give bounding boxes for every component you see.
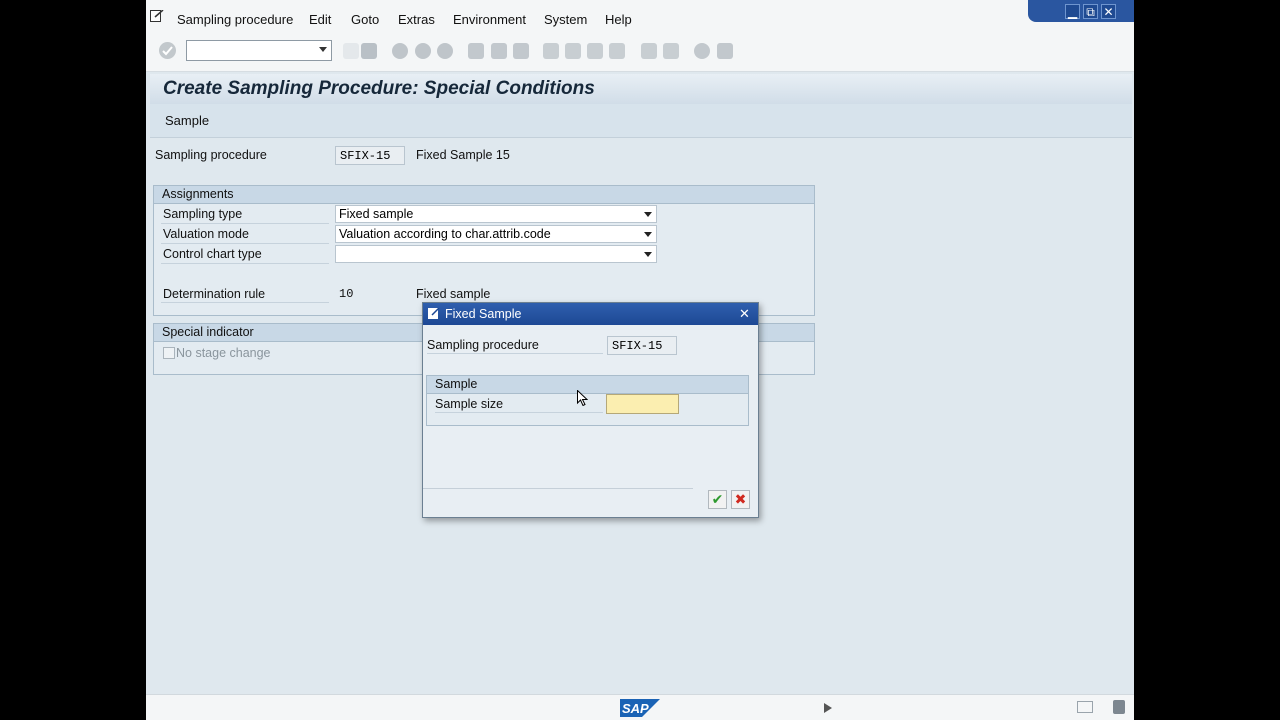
command-field[interactable] [186,40,332,61]
page-title: Create Sampling Procedure: Special Condi… [163,78,595,99]
first-page-icon[interactable] [543,43,559,59]
chevron-down-icon[interactable] [644,212,652,217]
control-chart-type-label: Control chart type [163,247,262,261]
window-controls: ▁ ⧉ ✕ [1028,0,1134,22]
valuation-mode-label: Valuation mode [163,227,249,241]
dialog-title: Fixed Sample [445,307,522,321]
menu-edit[interactable]: Edit [309,12,331,27]
row-separator [161,223,329,224]
layout-menu-icon[interactable] [717,43,733,59]
enter-icon[interactable] [159,42,176,59]
application-toolbar: Sample [150,104,1132,138]
menu-extras[interactable]: Extras [398,12,435,27]
sampling-procedure-label: Sampling procedure [155,148,267,162]
row-separator [161,302,329,303]
status-bar: SAP [146,694,1134,720]
svg-text:SAP: SAP [622,701,649,716]
create-session-icon[interactable] [641,43,657,59]
menu-environment[interactable]: Environment [453,12,526,27]
assignments-group-title: Assignments [154,186,814,204]
close-window-icon[interactable]: ✕ [1101,3,1116,19]
dialog-edit-icon [428,308,440,319]
next-page-icon[interactable] [587,43,603,59]
sap-logo: SAP [620,699,660,717]
title-bar: Create Sampling Procedure: Special Condi… [150,74,1132,104]
fixed-sample-dialog: Fixed Sample ✕ Sampling procedure SFIX-1… [422,302,759,518]
system-menu-icon[interactable] [150,10,164,22]
find-icon[interactable] [491,43,507,59]
menu-sampling-procedure[interactable]: Sampling procedure [177,12,293,27]
chevron-down-icon[interactable] [644,252,652,257]
minimize-icon[interactable]: ▁ [1065,3,1080,19]
save-icon[interactable] [361,43,377,59]
determination-rule-value: 10 [339,287,354,301]
cancel-button[interactable]: ✖ [731,490,750,509]
shortcut-icon[interactable] [663,43,679,59]
row-separator [161,263,329,264]
print-icon[interactable] [468,43,484,59]
sample-size-label: Sample size [435,397,504,411]
restore-icon[interactable]: ⧉ [1083,3,1098,19]
sample-size-input[interactable] [606,394,679,414]
valuation-mode-value: Valuation according to char.attrib.code [339,227,551,241]
menu-bar: Sampling procedure Edit Goto Extras Envi… [146,0,1134,38]
help-icon[interactable] [694,43,710,59]
connection-icon [1077,701,1093,713]
mouse-cursor-icon [577,390,588,406]
close-icon[interactable]: ✕ [737,306,752,321]
sampling-type-dropdown[interactable]: Fixed sample [335,205,657,223]
dialog-sampling-procedure-field[interactable]: SFIX-15 [607,336,677,355]
control-chart-type-dropdown[interactable] [335,245,657,263]
menu-goto[interactable]: Goto [351,12,379,27]
exit-icon[interactable] [415,43,431,59]
sampling-procedure-text: Fixed Sample 15 [416,148,510,162]
menu-help[interactable]: Help [605,12,632,27]
dialog-footer-divider [423,488,693,489]
sampling-type-label: Sampling type [163,207,243,221]
determination-rule-text: Fixed sample [416,287,491,301]
sampling-type-value: Fixed sample [339,207,414,221]
chevron-down-icon[interactable] [319,47,327,52]
determination-rule-label: Determination rule [163,287,266,301]
status-expand-icon[interactable] [824,703,832,713]
previous-page-icon[interactable] [565,43,581,59]
confirm-button[interactable]: ✔ [708,490,727,509]
sampling-procedure-field[interactable]: SFIX-15 [335,146,405,165]
dialog-title-bar: Fixed Sample ✕ [423,303,758,325]
row-separator [435,412,603,413]
no-stage-change-checkbox[interactable] [163,347,175,359]
row-separator [161,243,329,244]
cancel-disabled-icon [343,43,359,59]
no-stage-change-label: No stage change [176,346,271,360]
valuation-mode-dropdown[interactable]: Valuation according to char.attrib.code [335,225,657,243]
sample-button[interactable]: Sample [165,113,209,128]
lock-icon [1113,700,1125,714]
last-page-icon[interactable] [609,43,625,59]
row-separator [427,353,603,354]
dialog-sampling-procedure-label: Sampling procedure [427,338,539,352]
back-icon[interactable] [392,43,408,59]
cancel-icon[interactable] [437,43,453,59]
menu-system[interactable]: System [544,12,587,27]
chevron-down-icon[interactable] [644,232,652,237]
find-next-icon[interactable] [513,43,529,59]
